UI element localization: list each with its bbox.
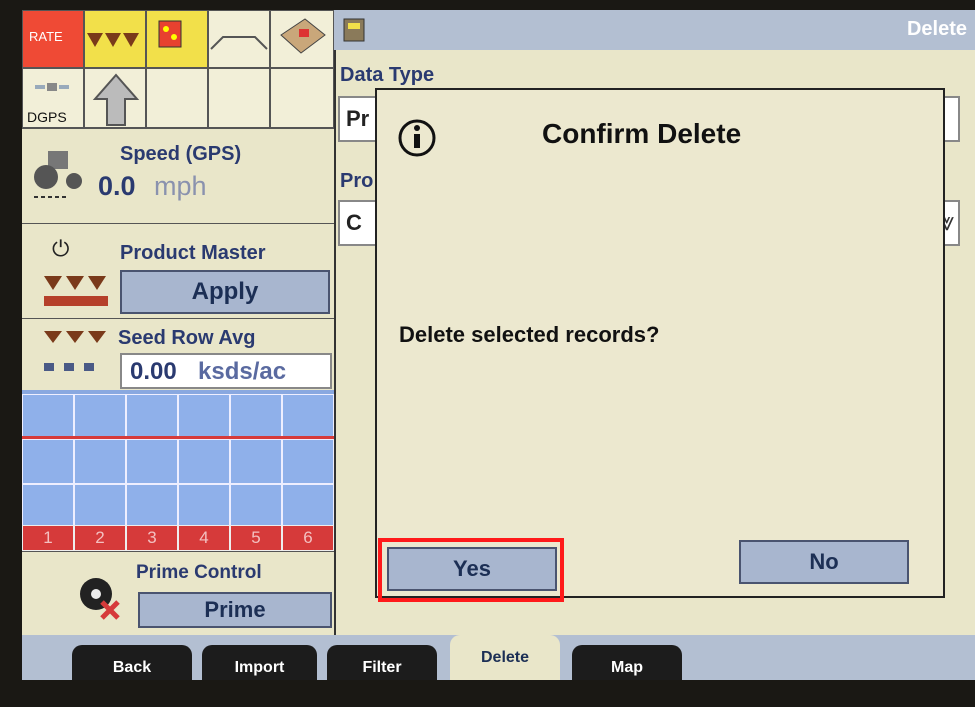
direction-tile[interactable] [84,68,146,128]
no-button[interactable]: No [739,540,909,584]
rate-label: RATE [29,29,63,44]
dialog-message: Delete selected records? [399,322,660,347]
row-cell [126,394,178,439]
row-cell [282,394,334,439]
dgps-tile[interactable]: DGPS [22,68,84,128]
seed-row-section: Seed Row Avg 0.00 ksds/ac [22,318,334,390]
empty-tile-1[interactable] [146,68,208,128]
prime-control-section: Prime Control Prime [22,551,334,635]
row-number[interactable]: 6 [282,525,334,551]
seed-row-readout: 0.00 ksds/ac [120,353,332,389]
header-bar: Delete [334,10,975,50]
row-cell [230,484,282,529]
seed-row-value: 0.00 [130,358,177,385]
seed-row-title: Seed Row Avg [118,327,256,349]
arrow-up-icon [92,73,140,126]
seeder-tile[interactable] [84,10,146,68]
row-cell [74,439,126,484]
row-cell [74,484,126,529]
tab-import[interactable]: Import [202,645,317,680]
tab-back[interactable]: Back [72,645,192,680]
empty-tile-2[interactable] [208,68,270,128]
tab-map[interactable]: Map [572,645,682,680]
dialog-title: Confirm Delete [542,118,742,149]
implement-icon [210,36,268,50]
planter-row-icon [44,276,108,306]
satellite-icon [35,83,69,91]
product-master-title: Product Master [120,242,266,264]
left-status-panel: RATE DGPS Speed (GPS) 0.0 mph ⏻ Product … [22,10,336,635]
hopper-icon [158,20,182,48]
confirm-delete-dialog: Confirm Delete Delete selected records? … [375,88,945,598]
speed-value: 0.0 [98,171,136,201]
row-number[interactable]: 4 [178,525,230,551]
data-manager-icon [343,18,365,42]
dgps-label: DGPS [27,109,67,125]
rate-tile[interactable]: RATE [22,10,84,68]
tractor-icon [34,151,82,198]
data-card-icon [280,18,326,54]
row-cell [22,484,74,529]
page-title: Delete [906,18,967,40]
row-cell [178,484,230,529]
tab-filter[interactable]: Filter [327,645,437,680]
row-cell [126,484,178,529]
speed-section: Speed (GPS) 0.0 mph [22,128,334,223]
yes-highlight-box [378,538,564,602]
row-number[interactable]: 1 [22,525,74,551]
datacard-tile[interactable] [270,10,334,68]
implement-tile[interactable] [208,10,270,68]
row-target-line [22,436,334,439]
row-cell [126,439,178,484]
seed-planter-icon [44,331,106,371]
row-number[interactable]: 2 [74,525,126,551]
product-label: Pro [340,170,374,192]
speed-unit: mph [154,171,207,201]
row-cell [282,439,334,484]
row-cell [282,484,334,529]
row-population-grid [22,390,334,530]
hopper-tile[interactable] [146,10,208,68]
seed-row-unit: ksds/ac [198,358,287,385]
row-cell [22,439,74,484]
data-type-value: Pr [346,106,370,131]
row-number[interactable]: 3 [126,525,178,551]
bottom-tab-bar: Back Import Filter Delete Map [22,635,975,680]
product-master-section: ⏻ Product Master Apply [22,223,334,318]
row-cell [230,394,282,439]
data-type-label: Data Type [340,64,435,86]
apply-button[interactable]: Apply [120,270,330,314]
row-number-strip: 1 2 3 4 5 6 [22,525,334,551]
prime-button[interactable]: Prime [138,592,332,628]
row-cell [22,394,74,439]
row-cell [178,394,230,439]
prime-title: Prime Control [136,562,262,583]
row-cell [74,394,126,439]
row-cell [230,439,282,484]
power-icon: ⏻ [52,236,70,261]
speed-title: Speed (GPS) [120,143,242,165]
product-value: C [346,210,362,235]
empty-tile-3[interactable] [270,68,334,128]
prime-reel-icon [80,578,120,620]
device-screen: RATE DGPS Speed (GPS) 0.0 mph ⏻ Product … [22,10,975,680]
planter-icon [87,33,139,47]
tab-delete[interactable]: Delete [450,635,560,680]
info-icon [398,119,436,157]
row-cell [178,439,230,484]
row-number[interactable]: 5 [230,525,282,551]
